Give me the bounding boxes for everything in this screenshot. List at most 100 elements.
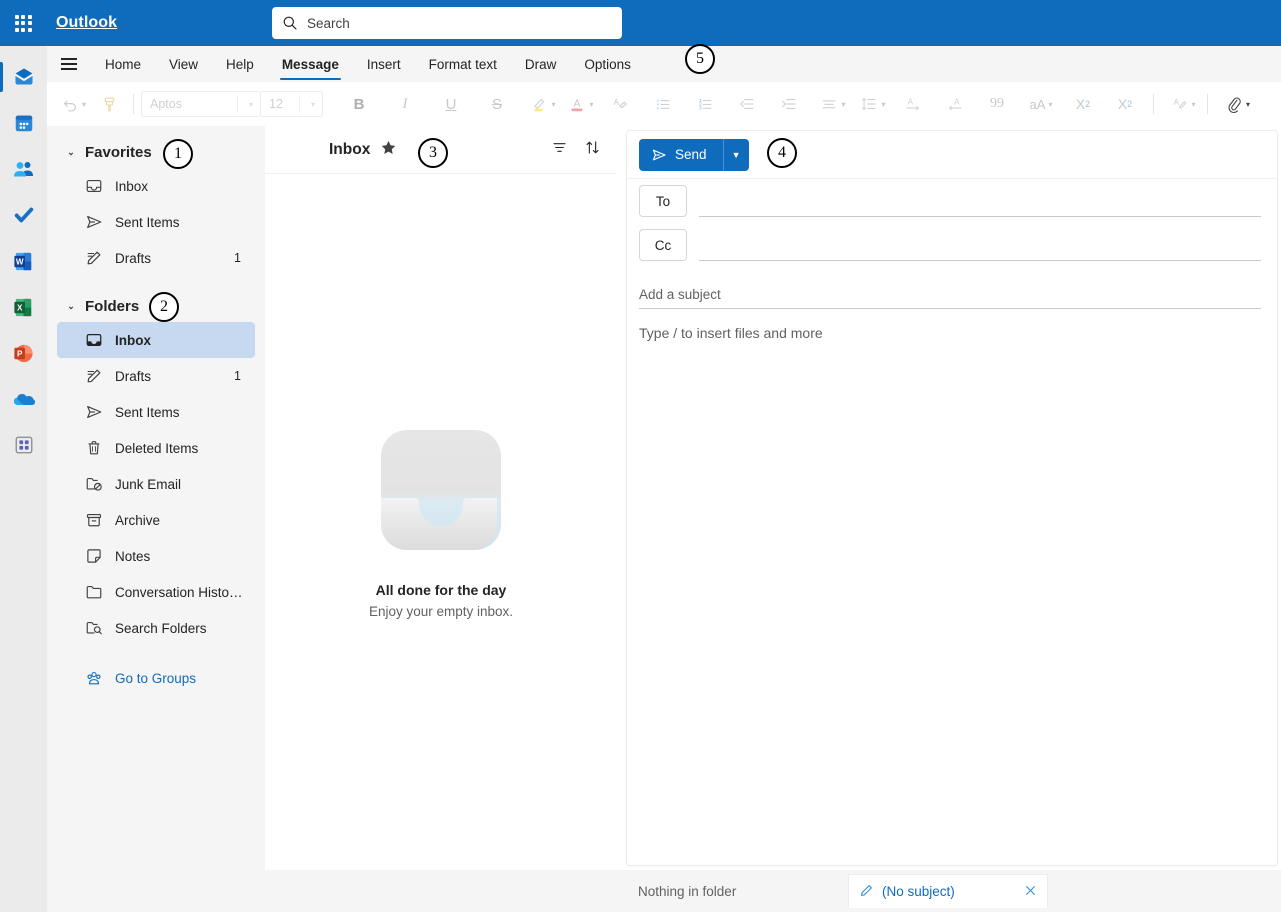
rail-item-todo[interactable] (0, 192, 47, 238)
rail-item-more-apps[interactable] (0, 422, 47, 468)
tab-options[interactable]: Options (570, 46, 645, 82)
bold-button[interactable]: B (345, 89, 373, 119)
folder-item-deleted-items[interactable]: Deleted Items (57, 430, 255, 466)
bulleted-list-icon (654, 95, 672, 113)
quote-button[interactable]: quote-icon 99 (983, 89, 1011, 119)
star-filled-icon[interactable] (380, 139, 397, 160)
format-painter-button[interactable] (95, 89, 123, 119)
bottom-bar-filler (47, 870, 626, 912)
folder-item-notes[interactable]: Notes (57, 538, 255, 574)
folder-item-search-folders[interactable]: Search Folders (57, 610, 255, 646)
send-button[interactable]: Send (639, 139, 723, 171)
tab-message[interactable]: Message (268, 46, 353, 82)
excel-icon: X (12, 296, 35, 319)
align-button[interactable]: ▾ (819, 89, 847, 119)
powerpoint-icon: P (12, 342, 35, 365)
rail-item-mail[interactable] (0, 54, 47, 100)
toolbar-divider-2 (1153, 94, 1154, 114)
tab-view[interactable]: View (155, 46, 212, 82)
clear-formatting-icon: A (610, 95, 628, 113)
font-size-selector[interactable]: 12 ▾ (261, 91, 323, 117)
format-painter-icon (101, 96, 118, 113)
send-icon (651, 147, 667, 163)
decrease-indent-button[interactable] (733, 89, 761, 119)
favorites-group-header[interactable]: ⌄ Favorites (47, 136, 265, 168)
tab-format-text[interactable]: Format text (415, 46, 511, 82)
cc-input[interactable] (699, 229, 1261, 261)
drafts-icon (85, 367, 103, 385)
clear-formatting-button[interactable]: A (605, 89, 633, 119)
send-icon (85, 213, 103, 231)
sort-icon[interactable] (584, 139, 601, 161)
rail-item-onedrive[interactable] (0, 376, 47, 422)
attach-file-button[interactable]: ▾ (1223, 89, 1251, 119)
checkmark-icon (12, 204, 36, 226)
svg-text:A: A (1174, 98, 1180, 107)
send-options-dropdown[interactable]: ▼ (723, 139, 749, 171)
highlight-icon (530, 95, 548, 113)
strikethrough-button[interactable]: S (483, 89, 511, 119)
rail-item-people[interactable] (0, 146, 47, 192)
increase-indent-button[interactable] (775, 89, 803, 119)
folder-item-junk-email[interactable]: Junk Email (57, 466, 255, 502)
groups-icon (85, 669, 103, 687)
tab-insert[interactable]: Insert (353, 46, 415, 82)
line-spacing-button[interactable]: ▾ (859, 89, 887, 119)
empty-state-title: All done for the day (376, 582, 507, 598)
tab-draw[interactable]: Draw (511, 46, 571, 82)
underline-button[interactable]: U (437, 89, 465, 119)
app-rail: W X P (0, 46, 47, 912)
hamburger-menu-icon[interactable] (47, 46, 91, 82)
ribbon-tab-bar: Home View Help Message Insert Format tex… (47, 46, 1281, 82)
folder-item-count: 1 (234, 369, 241, 383)
italic-button[interactable]: I (391, 89, 419, 119)
message-body-input[interactable]: Type / to insert files and more (627, 309, 1277, 869)
brand-outlook[interactable]: Outlook (56, 14, 117, 32)
chevron-down-icon: ▼ (732, 150, 741, 160)
rail-item-powerpoint[interactable]: P (0, 330, 47, 376)
attach-file-icon (1224, 95, 1243, 114)
rtl-button[interactable]: A (941, 89, 969, 119)
cc-button[interactable]: Cc (639, 229, 687, 261)
font-name-value: Aptos (150, 97, 182, 111)
change-case-button[interactable]: aA ▾ (1027, 89, 1055, 119)
to-input[interactable] (699, 185, 1261, 217)
folder-item-conversation-history[interactable]: Conversation Histo… (57, 574, 255, 610)
subject-input[interactable]: Add a subject (639, 287, 1261, 309)
rail-item-excel[interactable]: X (0, 284, 47, 330)
underline-label: U (446, 96, 457, 113)
rail-item-word[interactable]: W (0, 238, 47, 284)
folder-item-sent-items[interactable]: Sent Items (57, 394, 255, 430)
draft-tab[interactable]: (No subject) (848, 874, 1048, 908)
search-input[interactable]: Search (272, 7, 622, 39)
favorites-item-sent-items[interactable]: Sent Items (57, 204, 255, 240)
callout-badge-2: 2 (149, 292, 179, 322)
rail-item-calendar[interactable] (0, 100, 47, 146)
folder-item-inbox[interactable]: Inbox (57, 322, 255, 358)
filter-icon[interactable] (551, 139, 568, 161)
dictate-button[interactable]: A ▾ (1169, 89, 1197, 119)
font-color-button[interactable]: A ▾ (567, 89, 595, 119)
favorites-item-drafts[interactable]: Drafts 1 (57, 240, 255, 276)
tab-home[interactable]: Home (91, 46, 155, 82)
folder-item-drafts[interactable]: Drafts 1 (57, 358, 255, 394)
bold-label: B (354, 96, 365, 113)
favorites-item-inbox[interactable]: Inbox (57, 168, 255, 204)
font-color-icon: A (568, 95, 586, 113)
tab-help[interactable]: Help (212, 46, 268, 82)
search-folder-icon (85, 619, 103, 637)
highlight-button[interactable]: ▾ (529, 89, 557, 119)
ltr-button[interactable]: A (899, 89, 927, 119)
to-button[interactable]: To (639, 185, 687, 217)
go-to-groups-link[interactable]: Go to Groups (57, 660, 255, 696)
app-launcher-icon[interactable] (0, 0, 46, 46)
superscript-button[interactable]: X2 (1111, 89, 1139, 119)
numbered-list-button[interactable]: 1 2 3 (691, 89, 719, 119)
undo-button[interactable]: ▾ (61, 89, 87, 119)
folder-item-archive[interactable]: Archive (57, 502, 255, 538)
close-icon[interactable] (1024, 884, 1037, 900)
right-to-left-icon: A (946, 95, 964, 113)
subscript-button[interactable]: X2 (1069, 89, 1097, 119)
bulleted-list-button[interactable] (649, 89, 677, 119)
font-name-selector[interactable]: Aptos ▾ (141, 91, 261, 117)
